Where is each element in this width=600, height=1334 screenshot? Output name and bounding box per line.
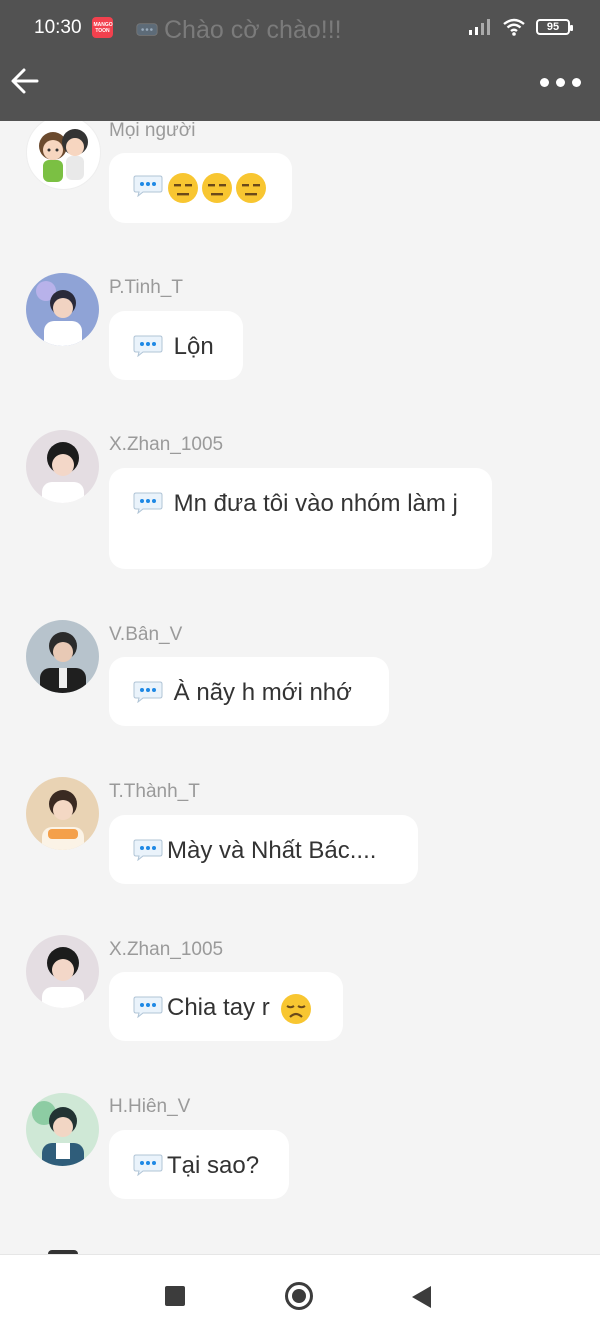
- couple-cartoon-avatar-image: [39, 129, 88, 182]
- avatar[interactable]: [26, 430, 99, 503]
- avatar[interactable]: [26, 777, 99, 850]
- message-bubble[interactable]: Lộn: [109, 311, 243, 380]
- sender-name: Mọi người: [109, 120, 196, 141]
- top-app-bar: 10:30 MANGO TOON Chào cờ chào!!! 95: [0, 0, 600, 121]
- speech-bubble-icon: [133, 175, 163, 197]
- avatar[interactable]: [26, 935, 99, 1008]
- speech-bubble-icon: [133, 1154, 163, 1176]
- status-time: 10:30: [34, 17, 82, 38]
- profile-photo-image: [26, 1093, 99, 1166]
- speech-bubble-icon: [133, 681, 163, 703]
- message-text: Mn đưa tôi vào nhóm làm j: [167, 490, 458, 517]
- system-navigation-bar: [0, 1254, 600, 1334]
- speech-bubble-icon: [133, 335, 163, 357]
- message-bubble[interactable]: Tại sao?: [109, 1130, 289, 1199]
- expressionless-face-icon: [236, 172, 266, 203]
- status-icons: 95: [468, 18, 573, 36]
- sender-name: H.Hiên_V: [109, 1096, 191, 1117]
- signal-icon: [469, 19, 490, 35]
- back-triangle-icon[interactable]: [412, 1286, 431, 1308]
- profile-photo-image: [26, 935, 99, 1008]
- speech-bubble-icon: [133, 492, 163, 514]
- expressionless-face-icon: [168, 172, 198, 203]
- sender-name: V.Bân_V: [109, 624, 183, 645]
- message-bubble[interactable]: Chia tay r: [109, 972, 343, 1041]
- recent-apps-square-icon[interactable]: [165, 1286, 185, 1306]
- app-badge-label: MANGO TOON: [93, 21, 113, 34]
- dot-icon: [572, 77, 581, 87]
- avatar[interactable]: [26, 620, 99, 693]
- message-text: Tại sao?: [167, 1152, 260, 1179]
- avatar[interactable]: [26, 273, 99, 346]
- message-bubble[interactable]: [109, 153, 292, 223]
- message-bubble[interactable]: Mn đưa tôi vào nhóm làm j: [109, 468, 492, 569]
- avatar[interactable]: [26, 1093, 99, 1166]
- battery-indicator: 95: [536, 19, 573, 35]
- wifi-icon: [503, 18, 525, 36]
- message-text: À nãy h mới nhớ: [167, 679, 352, 706]
- sender-name: X.Zhan_1005: [109, 434, 224, 455]
- chat-title-text: Chào cờ chào!!!: [164, 16, 342, 44]
- dot-icon: [540, 77, 549, 87]
- profile-photo-image: [26, 620, 99, 693]
- speech-bubble-icon: [133, 839, 163, 861]
- message-text: Mày và Nhất Bác....: [167, 837, 377, 864]
- message-bubble[interactable]: Mày và Nhất Bác....: [109, 815, 418, 884]
- profile-photo-image: [26, 430, 99, 503]
- home-circle-icon[interactable]: [285, 1282, 313, 1310]
- sender-name: X.Zhan_1005: [109, 939, 224, 960]
- message-text: Lộn: [167, 333, 214, 360]
- more-options-button[interactable]: [540, 72, 584, 92]
- expressionless-face-icon: [202, 172, 232, 203]
- message-bubble[interactable]: À nãy h mới nhớ: [109, 657, 389, 726]
- speech-bubble-icon: [136, 22, 158, 36]
- profile-photo-image: [26, 273, 99, 346]
- speech-bubble-icon: [133, 996, 163, 1018]
- mango-toon-app-icon: MANGO TOON: [92, 17, 113, 38]
- avatar[interactable]: [26, 115, 101, 190]
- sender-name: T.Thành_T: [109, 781, 200, 802]
- dot-icon: [556, 77, 565, 87]
- sender-name: P.Tinh_T: [109, 277, 183, 298]
- back-arrow-icon[interactable]: [10, 64, 40, 98]
- message-text: Chia tay r: [167, 994, 270, 1021]
- profile-photo-image: [26, 777, 99, 850]
- disappointed-face-icon: [281, 993, 312, 1024]
- chat-title: Chào cờ chào!!!: [136, 16, 342, 45]
